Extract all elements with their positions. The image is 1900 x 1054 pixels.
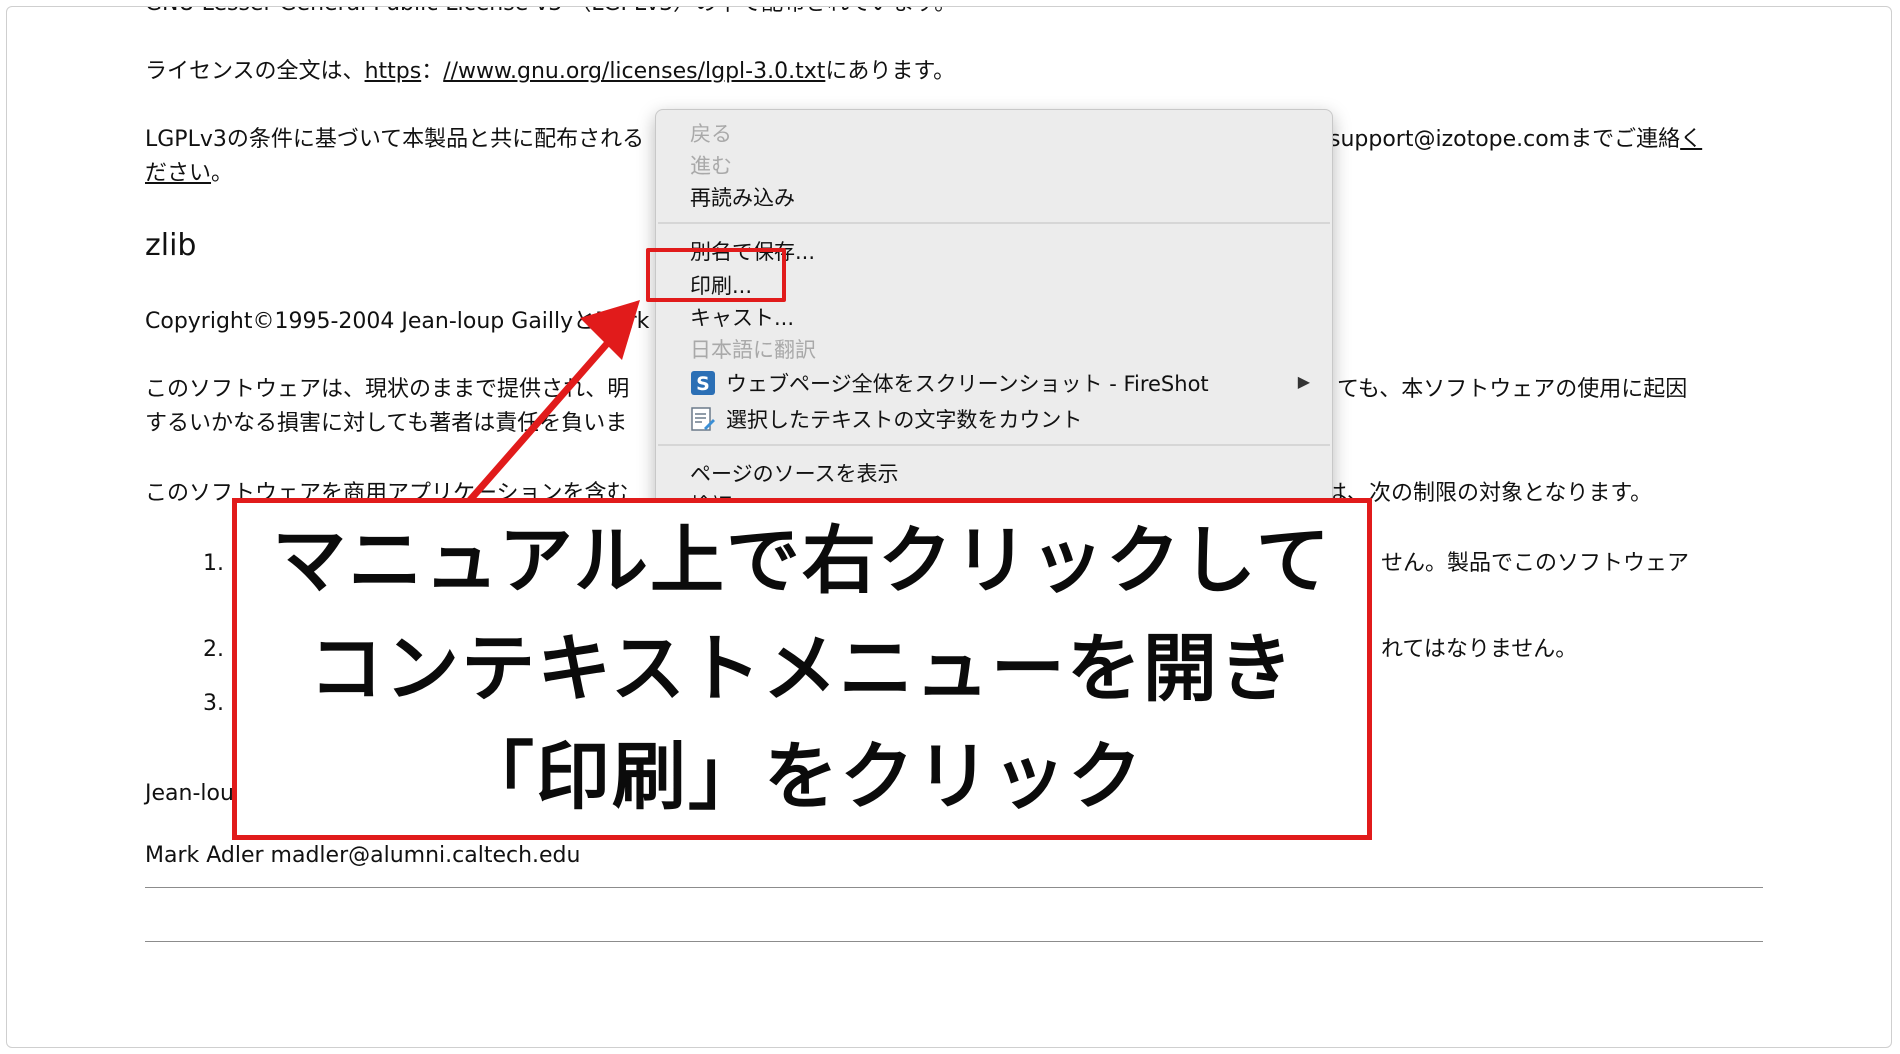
instruction-line-1: マニュアル上で右クリックして	[272, 518, 1332, 604]
instruction-line-3: 「印刷」をクリック	[460, 734, 1144, 820]
instruction-callout: マニュアル上で右クリックして コンテキストメニューを開き 「印刷」をクリック	[232, 498, 1372, 840]
instruction-line-2: コンテキストメニューを開き	[309, 626, 1295, 712]
